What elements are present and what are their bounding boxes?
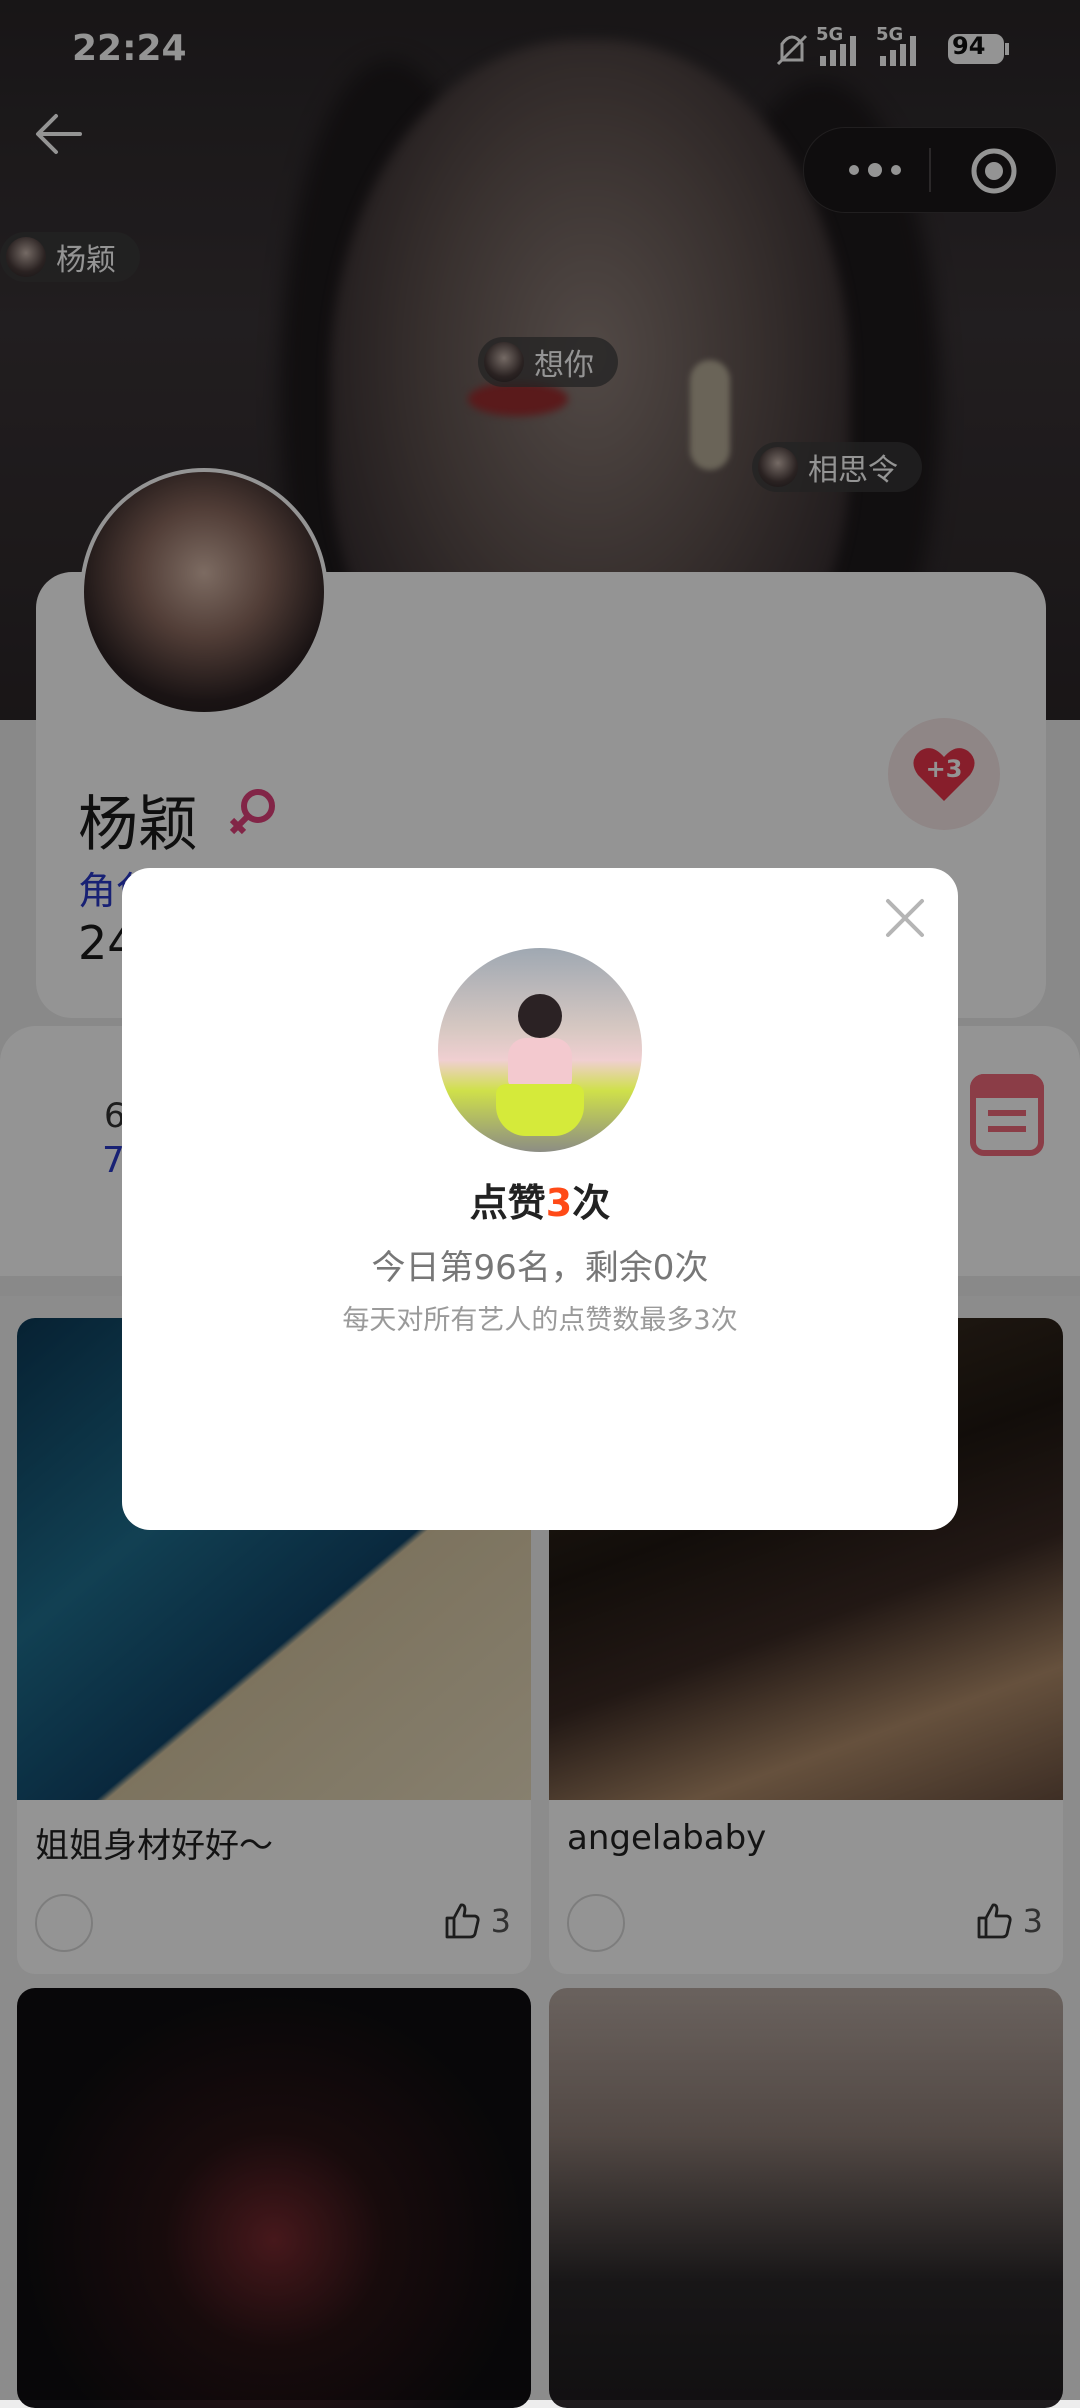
dialog-avatar xyxy=(438,948,642,1152)
dialog-title-prefix: 点赞 xyxy=(469,1181,546,1225)
dialog-note: 每天对所有艺人的点赞数最多3次 xyxy=(342,1305,738,1336)
dialog-title-count: 3 xyxy=(545,1181,573,1225)
close-icon[interactable] xyxy=(880,893,930,943)
dialog-title: 点赞3次 xyxy=(0,1172,1080,1227)
dialog-title-suffix: 次 xyxy=(572,1181,611,1225)
dialog-rank-line: 今日第96名，剩余0次 xyxy=(371,1248,709,1288)
